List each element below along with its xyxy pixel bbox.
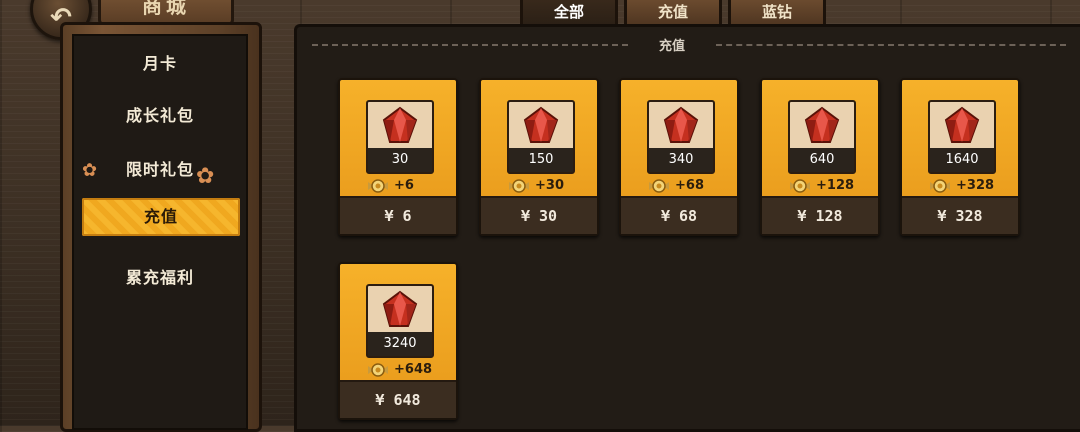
flower-icon: ✿: [82, 160, 98, 181]
price-button[interactable]: ¥ 328: [902, 196, 1018, 234]
bonus-badge-icon: [509, 179, 529, 193]
crystal-amount: 640: [790, 148, 854, 172]
sidebar-item-growth-pack[interactable]: 成长礼包: [74, 102, 246, 126]
bonus-badge-icon: [790, 179, 810, 193]
section-divider: [312, 44, 628, 46]
crystal-amount: 150: [509, 148, 573, 172]
red-crystal-icon: [382, 106, 418, 143]
item-frame: 30: [366, 100, 434, 174]
item-frame: 150: [507, 100, 575, 174]
sidebar-item-cumulative-rewards[interactable]: 累充福利: [74, 264, 246, 288]
crystal-amount: 30: [368, 148, 432, 172]
item-frame: 640: [788, 100, 856, 174]
price-button[interactable]: ¥ 6: [340, 196, 456, 234]
section-title: 充值: [630, 35, 714, 54]
crystal-amount: 1640: [930, 148, 994, 172]
red-crystal-icon: [523, 106, 559, 143]
bonus-amount: +30: [535, 178, 564, 193]
red-crystal-icon: [663, 106, 699, 143]
recharge-card[interactable]: 30 +6 ¥ 6: [338, 78, 458, 236]
item-frame: 1640: [928, 100, 996, 174]
bonus-badge-icon: [649, 179, 669, 193]
item-frame: 340: [647, 100, 715, 174]
bonus-badge-icon: [368, 179, 388, 193]
sidebar-item-monthly-card[interactable]: 月卡: [74, 50, 246, 74]
bonus-amount: +128: [816, 178, 855, 193]
item-frame: 3240: [366, 284, 434, 358]
recharge-card[interactable]: 340 +68 ¥ 68: [619, 78, 739, 236]
bonus-amount: +648: [394, 362, 433, 377]
crystal-amount: 340: [649, 148, 713, 172]
sidebar: 月卡 成长礼包 限时礼包 充值 累充福利: [72, 34, 248, 430]
bonus-badge-icon: [368, 363, 388, 377]
bonus-amount: +6: [394, 178, 414, 193]
bonus-amount: +328: [956, 178, 995, 193]
recharge-card[interactable]: 3240 +648 ¥ 648: [338, 262, 458, 420]
recharge-card[interactable]: 640 +128 ¥ 128: [760, 78, 880, 236]
price-button[interactable]: ¥ 30: [481, 196, 597, 234]
recharge-card[interactable]: 1640 +328 ¥ 328: [900, 78, 1020, 236]
recharge-card[interactable]: 150 +30 ¥ 30: [479, 78, 599, 236]
red-crystal-icon: [804, 106, 840, 143]
crystal-amount: 3240: [368, 332, 432, 356]
flower-icon: ✿: [196, 164, 215, 189]
sidebar-item-recharge[interactable]: 充值: [82, 198, 240, 236]
price-button[interactable]: ¥ 128: [762, 196, 878, 234]
bonus-amount: +68: [675, 178, 704, 193]
price-button[interactable]: ¥ 648: [340, 380, 456, 418]
red-crystal-icon: [382, 290, 418, 327]
red-crystal-icon: [944, 106, 980, 143]
bonus-badge-icon: [930, 179, 950, 193]
price-button[interactable]: ¥ 68: [621, 196, 737, 234]
section-divider: [716, 44, 1066, 46]
sidebar-item-limited-pack[interactable]: 限时礼包: [74, 156, 246, 180]
